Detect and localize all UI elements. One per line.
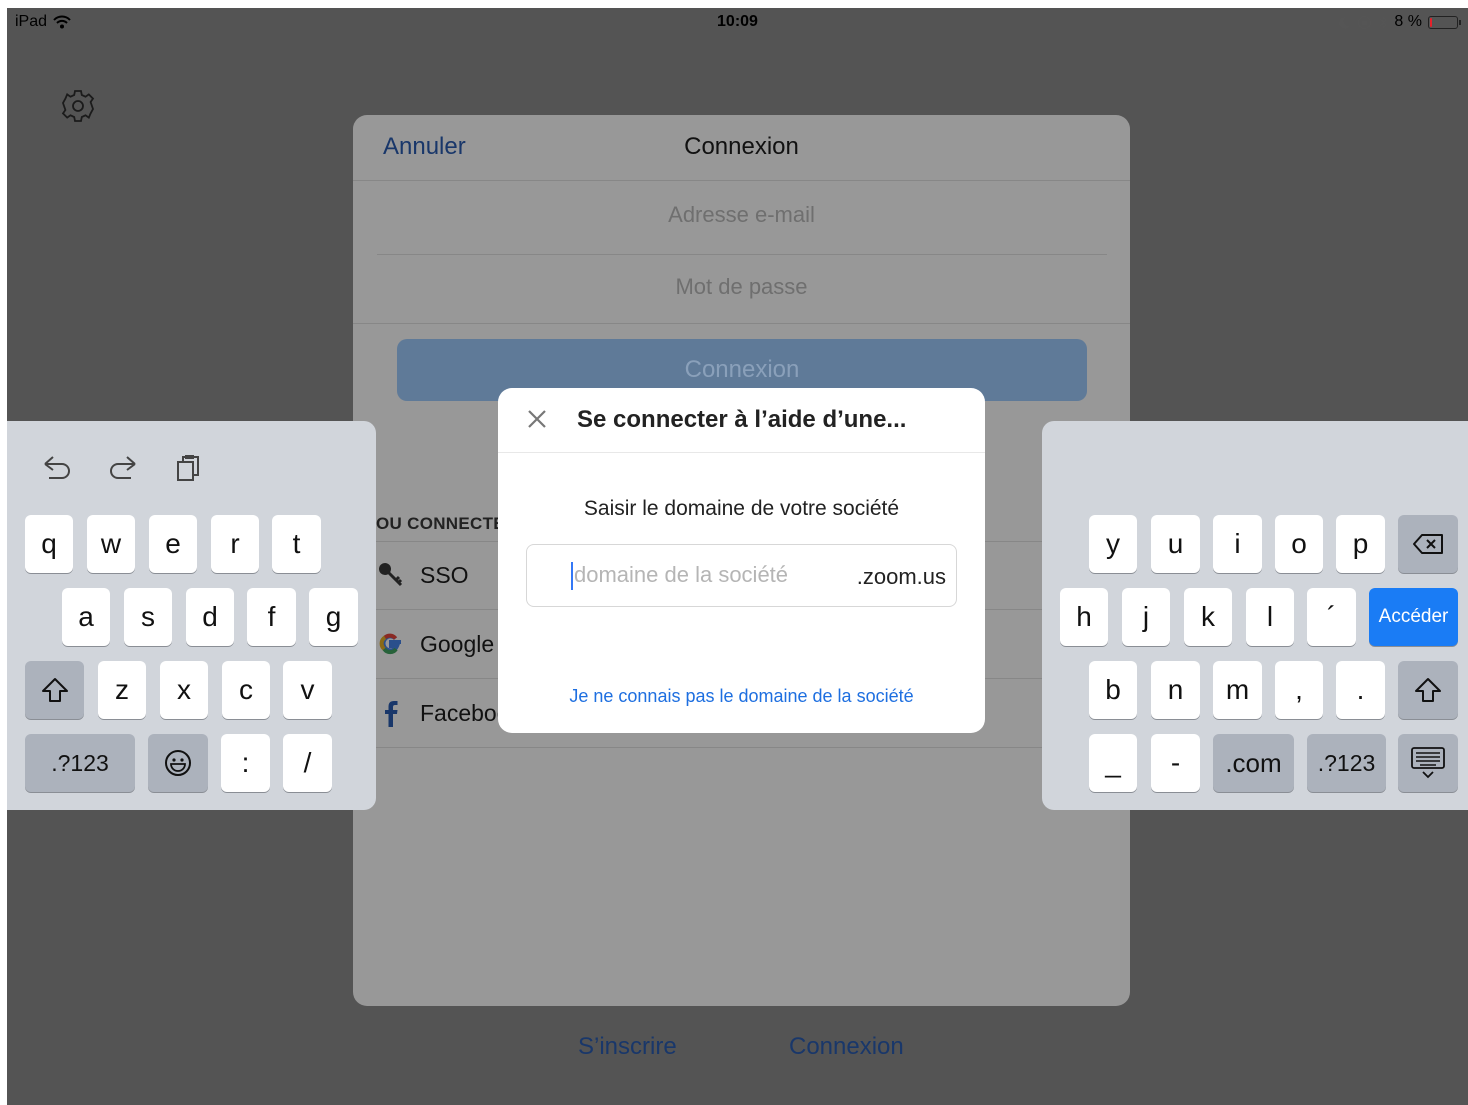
status-bar: iPad 10:09 8 % (7, 8, 1468, 38)
dialog-divider (498, 452, 985, 453)
backspace-icon (1413, 534, 1443, 554)
gear-icon[interactable] (59, 87, 97, 125)
field-divider (353, 323, 1130, 324)
redo-icon[interactable] (106, 451, 140, 485)
key-r[interactable]: r (211, 515, 259, 573)
orientation-lock-icon (1358, 15, 1372, 29)
key-acute[interactable]: ´ (1307, 588, 1356, 646)
key-t[interactable]: t (272, 515, 321, 573)
facebook-icon (376, 698, 406, 728)
signup-link[interactable]: S’inscrire (578, 1033, 677, 1061)
shift-key-right[interactable] (1398, 661, 1458, 719)
key-colon[interactable]: : (221, 734, 270, 792)
key-i[interactable]: i (1213, 515, 1262, 573)
key-g[interactable]: g (309, 588, 358, 646)
hide-keyboard-icon (1411, 747, 1445, 779)
key-x[interactable]: x (160, 661, 208, 719)
key-period[interactable]: . (1336, 661, 1385, 719)
key-underscore[interactable]: _ (1089, 734, 1137, 792)
key-l[interactable]: l (1246, 588, 1294, 646)
dialog-title: Se connecter à l’aide d’une... (577, 406, 907, 433)
key-slash[interactable]: / (283, 734, 332, 792)
paste-icon[interactable] (171, 451, 205, 485)
key-m[interactable]: m (1213, 661, 1262, 719)
status-time: 10:09 (717, 13, 758, 30)
list-divider (376, 747, 1130, 748)
sheet-title: Connexion (684, 133, 799, 160)
key-e[interactable]: e (149, 515, 197, 573)
text-caret (571, 562, 573, 590)
go-key[interactable]: Accéder (1369, 588, 1458, 646)
battery-percent: 8 % (1394, 13, 1422, 30)
sso-domain-dialog: Se connecter à l’aide d’une... Saisir le… (498, 388, 985, 733)
key-n[interactable]: n (1151, 661, 1200, 719)
undo-icon[interactable] (40, 451, 74, 485)
shift-key[interactable] (25, 661, 84, 719)
google-icon (376, 629, 406, 659)
bluetooth-icon (1379, 14, 1388, 30)
google-label: Google (420, 630, 495, 657)
screen: iPad 10:09 8 % Annuler Connexion Adresse… (7, 8, 1468, 1105)
key-v[interactable]: v (283, 661, 332, 719)
dialog-prompt: Saisir le domaine de votre société (583, 497, 900, 520)
moon-icon (1339, 16, 1351, 29)
key-w[interactable]: w (87, 515, 135, 573)
delete-key[interactable] (1398, 515, 1458, 573)
unknown-domain-link[interactable]: Je ne connais pas le domaine de la socié… (498, 686, 985, 707)
hide-keyboard-key[interactable] (1398, 734, 1458, 792)
key-icon (376, 560, 406, 590)
key-u[interactable]: u (1151, 515, 1200, 573)
shift-icon (41, 678, 68, 702)
sheet-header: Annuler Connexion (353, 115, 1130, 181)
domain-input[interactable] (574, 555, 829, 595)
key-b[interactable]: b (1089, 661, 1137, 719)
emoji-key[interactable] (148, 734, 208, 792)
email-field[interactable]: Adresse e-mail (353, 181, 1130, 249)
domain-field[interactable]: .zoom.us (526, 544, 957, 607)
key-f[interactable]: f (247, 588, 296, 646)
key-o[interactable]: o (1275, 515, 1323, 573)
key-h[interactable]: h (1060, 588, 1108, 646)
key-d[interactable]: d (186, 588, 234, 646)
password-field[interactable]: Mot de passe (353, 253, 1130, 321)
key-y[interactable]: y (1089, 515, 1137, 573)
key-hyphen[interactable]: - (1151, 734, 1200, 792)
key-k[interactable]: k (1184, 588, 1232, 646)
key-p[interactable]: p (1336, 515, 1385, 573)
numbers-key-right[interactable]: .?123 (1307, 734, 1386, 792)
shift-icon (1415, 678, 1441, 702)
key-q[interactable]: q (25, 515, 73, 573)
dotcom-key[interactable]: .com (1213, 734, 1294, 792)
key-comma[interactable]: , (1275, 661, 1323, 719)
sso-label: SSO (420, 561, 469, 588)
battery-icon (1428, 15, 1461, 29)
keyboard-right: y u i o p h j k l ´ Accéder b n m , . _ … (1042, 421, 1468, 810)
numbers-key[interactable]: .?123 (25, 734, 135, 792)
keyboard-left: q w e r t a s d f g z x c v .?123 : / (7, 421, 376, 810)
close-icon[interactable] (524, 406, 550, 432)
emoji-icon (165, 750, 191, 776)
key-c[interactable]: c (222, 661, 270, 719)
key-j[interactable]: j (1122, 588, 1170, 646)
key-a[interactable]: a (62, 588, 110, 646)
signin-link[interactable]: Connexion (789, 1033, 904, 1061)
domain-suffix: .zoom.us (856, 564, 946, 589)
key-s[interactable]: s (124, 588, 172, 646)
key-z[interactable]: z (98, 661, 146, 719)
